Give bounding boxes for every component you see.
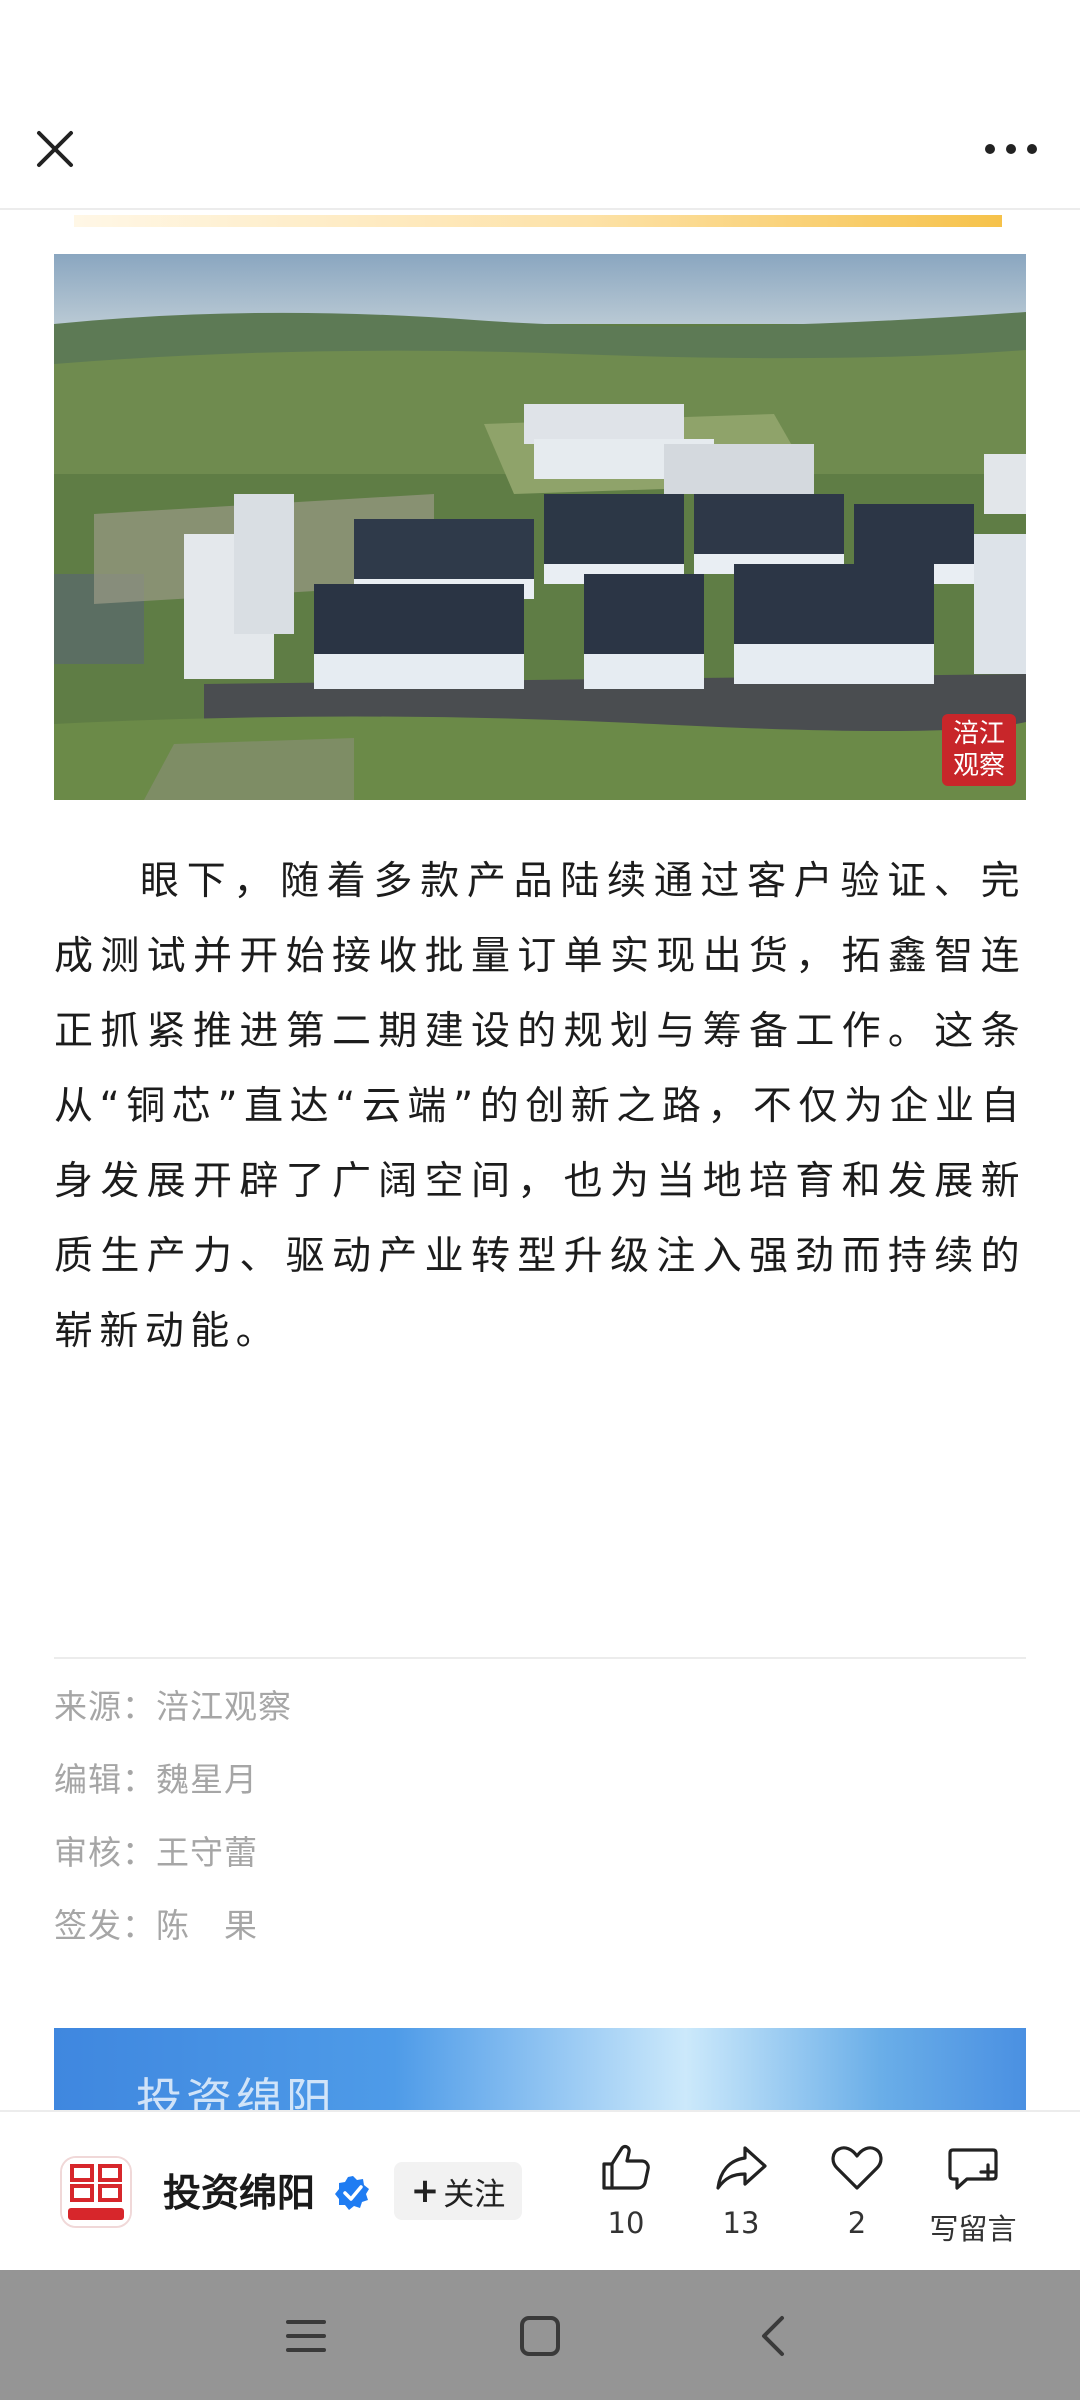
decorative-gold-bar (74, 215, 1002, 227)
heart-icon (831, 2146, 883, 2190)
meta-source: 来源：涪江观察 (54, 1680, 292, 1728)
account-name[interactable]: 投资绵阳 (163, 2162, 315, 2217)
write-comment-label: 写留言 (929, 2212, 1017, 2246)
industrial-park-image (54, 254, 1026, 800)
recent-apps-button[interactable] (276, 2306, 336, 2366)
meta-reviewer-label: 审核： (54, 1833, 156, 1872)
system-navigation-bar (0, 2270, 1080, 2400)
close-button[interactable] (24, 118, 86, 180)
home-square-icon (520, 2316, 560, 2356)
share-arrow-icon (716, 2146, 767, 2190)
follow-label: 关注 (443, 2176, 506, 2213)
meta-source-value: 涪江观察 (156, 1687, 292, 1726)
write-comment-button[interactable]: 写留言 (918, 2140, 1028, 2250)
back-chevron-icon (762, 2316, 784, 2356)
comment-add-icon (948, 2148, 998, 2190)
close-icon (37, 131, 73, 167)
top-nav-bar (0, 96, 1080, 210)
favorite-count: 2 (847, 2206, 867, 2240)
promo-banner-title: 投资绵阳 (136, 2073, 336, 2110)
bottom-action-bar: 投资绵阳 + 关注 10 13 2 写留言 (0, 2110, 1080, 2270)
account-avatar[interactable] (60, 2156, 132, 2228)
follow-button[interactable]: + 关注 (394, 2162, 522, 2220)
watermark-badge: 涪江 观察 (942, 714, 1016, 786)
menu-lines-icon (286, 2320, 326, 2352)
meta-reviewer-value: 王守蕾 (156, 1833, 258, 1872)
follow-plus-icon: + (410, 2171, 440, 2211)
meta-editor-value: 魏星月 (156, 1760, 258, 1799)
meta-editor: 编辑：魏星月 (54, 1753, 258, 1801)
more-horizontal-icon (985, 144, 1037, 154)
share-count: 13 (722, 2206, 760, 2240)
meta-issuer-value: 陈 果 (156, 1906, 258, 1945)
like-button[interactable]: 10 (571, 2140, 681, 2250)
meta-reviewer: 审核：王守蕾 (54, 1826, 258, 1874)
promo-banner[interactable]: 投资绵阳 (54, 2028, 1026, 2110)
article-photo[interactable]: 涪江 观察 (54, 254, 1026, 800)
favorite-button[interactable]: 2 (802, 2140, 912, 2250)
content-divider (54, 1657, 1026, 1659)
back-button[interactable] (744, 2306, 804, 2366)
meta-issuer: 签发：陈 果 (54, 1899, 258, 1947)
share-button[interactable]: 13 (686, 2140, 796, 2250)
thumbs-up-icon (602, 2145, 650, 2190)
status-bar-area (0, 0, 1080, 96)
watermark-line-1: 涪江 (952, 719, 1005, 749)
watermark-line-2: 观察 (952, 751, 1005, 781)
home-button[interactable] (510, 2306, 570, 2366)
meta-editor-label: 编辑： (54, 1760, 156, 1799)
more-options-button[interactable] (976, 118, 1046, 180)
article-paragraph: 眼下，随着多款产品陆续通过客户验证、完成测试并开始接收批量订单实现出货，拓鑫智连… (54, 859, 1026, 1354)
meta-issuer-label: 签发： (54, 1906, 156, 1945)
verified-badge-icon (335, 2176, 369, 2210)
account-logo-icon (62, 2158, 130, 2226)
meta-source-label: 来源： (54, 1687, 156, 1726)
like-count: 10 (607, 2206, 645, 2240)
article-content[interactable]: 涪江 观察 眼下，随着多款产品陆续通过客户验证、完成测试并开始接收批量订单实现出… (0, 210, 1080, 2110)
